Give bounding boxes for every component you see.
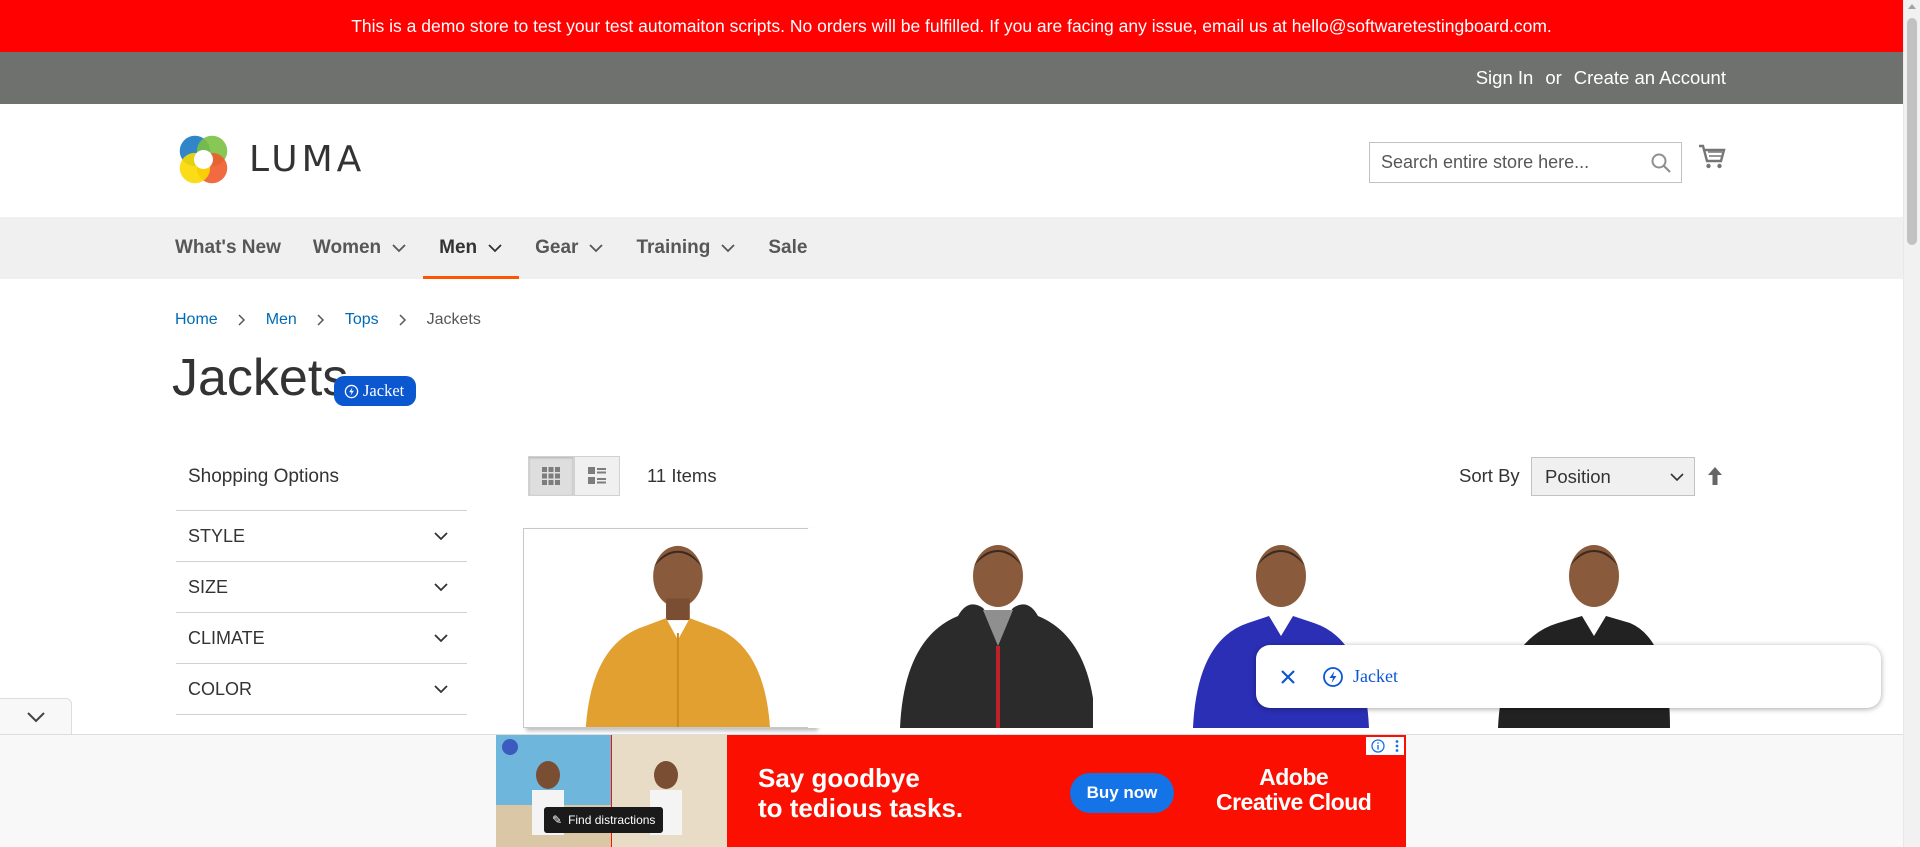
- breadcrumb-tops-link[interactable]: Tops: [345, 311, 379, 329]
- ad-brand-line: Adobe: [1259, 764, 1329, 790]
- chevron-down-icon: [434, 532, 448, 541]
- demo-notice-text: This is a demo store to test your test a…: [351, 15, 1552, 36]
- view-mode-switcher: [528, 456, 620, 496]
- suggestion-popup: Jacket: [1256, 645, 1881, 708]
- chevron-down-icon: [721, 244, 735, 253]
- nav-item-sale[interactable]: Sale: [752, 217, 823, 279]
- chip-label: Jacket: [1353, 666, 1398, 686]
- chevron-down-icon: [26, 711, 45, 722]
- buy-now-button[interactable]: Buy now: [1070, 773, 1174, 813]
- find-label: Find distractions: [568, 813, 656, 827]
- list-view-button[interactable]: [574, 456, 620, 496]
- pencil-icon: ✎: [552, 813, 563, 827]
- filter-style[interactable]: STYLE: [176, 511, 467, 562]
- chevron-down-icon: [589, 244, 604, 253]
- jacket-suggestion-pill[interactable]: Jacket: [334, 376, 417, 406]
- filter-color[interactable]: COLOR: [176, 664, 467, 715]
- ad-headline: Say goodbye to tedious tasks.: [758, 763, 963, 823]
- product-item-1[interactable]: [523, 528, 815, 728]
- nav-label: What's New: [175, 237, 281, 258]
- nav-label: Training: [636, 237, 711, 258]
- nav-label: Sale: [768, 237, 808, 258]
- find-distractions-badge: ✎ Find distractions: [544, 807, 664, 833]
- chevron-right-icon: [399, 314, 406, 326]
- item-count: 11 Items: [647, 465, 717, 486]
- grid-icon: [542, 467, 560, 485]
- main-navigation: What's New Women Men Gear Training Sale: [0, 217, 1903, 279]
- header-panel: Sign In or Create an Account: [0, 52, 1903, 104]
- sort-by-select[interactable]: Position: [1531, 457, 1695, 496]
- chevron-right-icon: [238, 314, 245, 326]
- nav-item-women[interactable]: Women: [297, 217, 423, 279]
- chevron-down-icon: [434, 634, 448, 643]
- chevron-down-icon: [434, 685, 448, 694]
- product-image: [524, 529, 814, 727]
- create-account-link[interactable]: Create an Account: [1574, 67, 1726, 89]
- ad-headline-line: Say goodbye: [758, 763, 920, 793]
- jacket-suggestion-chip[interactable]: Jacket: [1322, 666, 1398, 688]
- or-text: or: [1545, 67, 1562, 88]
- search-input[interactable]: [1370, 143, 1640, 182]
- breadcrumb-home-link[interactable]: Home: [175, 311, 218, 329]
- nav-item-men[interactable]: Men: [423, 217, 520, 279]
- sort-by-label: Sort By: [1459, 465, 1520, 486]
- nav-item-whats-new[interactable]: What's New: [159, 217, 297, 279]
- ad-info-controls: [1366, 737, 1404, 755]
- bolt-circle-icon: [1323, 666, 1343, 687]
- luma-wordmark: LUMA: [249, 139, 366, 180]
- filter-climate[interactable]: CLIMATE: [176, 613, 467, 664]
- chevron-down-icon: [1670, 473, 1684, 482]
- nav-item-gear[interactable]: Gear: [519, 217, 620, 279]
- luma-logo-icon: [179, 135, 228, 184]
- chevron-right-icon: [317, 314, 324, 326]
- scroll-up-arrow-icon[interactable]: [1908, 4, 1916, 9]
- grid-view-button[interactable]: [528, 456, 574, 496]
- shopping-options-title: Shopping Options: [188, 466, 340, 487]
- breadcrumb-current: Jackets: [426, 311, 481, 328]
- list-icon: [588, 467, 606, 484]
- page-title: Jackets: [172, 349, 349, 407]
- ad-brand-line: Creative Cloud: [1216, 789, 1372, 815]
- info-icon[interactable]: [1370, 739, 1385, 753]
- nav-label: Men: [439, 237, 478, 258]
- pill-label: Jacket: [363, 381, 405, 400]
- filter-label: SIZE: [188, 576, 229, 597]
- filter-list: STYLE SIZE CLIMATE COLOR: [176, 510, 467, 715]
- bolt-circle-icon: [344, 384, 359, 398]
- filter-label: STYLE: [188, 525, 246, 546]
- filter-label: COLOR: [188, 678, 253, 699]
- nav-label: Gear: [535, 237, 579, 258]
- chevron-down-icon: [488, 244, 502, 253]
- ad-brand: Adobe Creative Cloud: [1216, 764, 1372, 815]
- chevron-down-icon: [392, 244, 406, 253]
- nav-item-training[interactable]: Training: [620, 217, 752, 279]
- cart-icon[interactable]: [1697, 142, 1727, 172]
- search-box: [1369, 142, 1682, 183]
- product-image: [808, 528, 1100, 728]
- breadcrumb-men-link[interactable]: Men: [266, 311, 297, 329]
- page-scrollbar[interactable]: [1903, 0, 1920, 847]
- filter-label: CLIMATE: [188, 627, 265, 648]
- sort-value: Position: [1545, 465, 1611, 487]
- search-icon[interactable]: [1650, 152, 1672, 174]
- nav-label: Women: [312, 237, 382, 258]
- chevron-down-icon: [434, 583, 448, 592]
- ad-collapse-button[interactable]: [0, 698, 72, 734]
- sort-direction-arrow-icon[interactable]: [1706, 466, 1724, 486]
- scrollbar-thumb[interactable]: [1907, 18, 1917, 245]
- product-item-2[interactable]: [808, 528, 1100, 728]
- ad-banner[interactable]: ✎ Find distractions Say goodbye to tedio…: [496, 735, 1406, 847]
- luma-logo[interactable]: LUMA: [175, 131, 365, 188]
- filter-size[interactable]: SIZE: [176, 562, 467, 613]
- close-icon[interactable]: [1276, 665, 1300, 689]
- more-options-icon[interactable]: [1394, 739, 1400, 753]
- sign-in-link[interactable]: Sign In: [1476, 67, 1534, 89]
- demo-notice-banner: This is a demo store to test your test a…: [0, 0, 1903, 52]
- site-header: LUMA: [0, 104, 1903, 217]
- breadcrumb: Home Men Tops Jackets: [175, 311, 481, 329]
- ad-headline-line: to tedious tasks.: [758, 793, 964, 823]
- header-links: Sign In or Create an Account: [1476, 52, 1726, 104]
